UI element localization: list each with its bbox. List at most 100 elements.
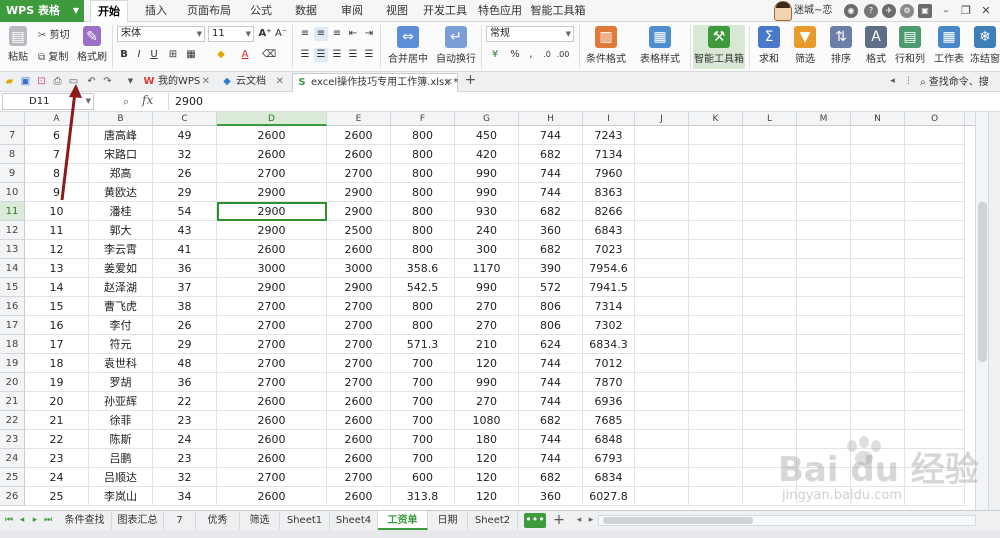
copy-button[interactable]: ⧉ 复制	[38, 48, 68, 63]
grid-cell[interactable]: 700	[391, 373, 455, 392]
restore-icon[interactable]: ❐	[958, 3, 974, 19]
grid-cell[interactable]	[851, 202, 905, 221]
grid-cell[interactable]: 300	[455, 240, 519, 259]
justify-icon[interactable]: ☰	[346, 48, 360, 62]
grid-cell[interactable]	[743, 126, 797, 145]
grid-cell[interactable]: 806	[519, 297, 583, 316]
sidebar-toggle-icon[interactable]: ◂	[886, 75, 899, 88]
align-middle-icon[interactable]: ≡	[314, 27, 328, 41]
app-menu-button[interactable]: WPS 表格 ▼	[0, 0, 84, 22]
zoom-icon[interactable]: ⌕	[123, 95, 129, 109]
grid-cell[interactable]: 7012	[583, 354, 635, 373]
merge-cells-icon[interactable]: ▦	[184, 48, 198, 62]
grid-cell[interactable]: 2600	[327, 449, 391, 468]
column-header[interactable]: E	[327, 112, 391, 126]
tab-close-icon[interactable]: ✕	[276, 73, 284, 91]
grid-cell[interactable]: 700	[391, 449, 455, 468]
grid-cell[interactable]: 26	[153, 316, 217, 335]
grid-cell[interactable]: 2700	[327, 354, 391, 373]
grid-cell[interactable]: 9	[25, 183, 89, 202]
column-header[interactable]: F	[391, 112, 455, 126]
grid-cell[interactable]	[905, 183, 965, 202]
grid-cell[interactable]	[851, 430, 905, 449]
grid-cell[interactable]: 800	[391, 183, 455, 202]
grid-cell[interactable]: 2600	[327, 126, 391, 145]
grid-cell[interactable]: 6793	[583, 449, 635, 468]
grid-cell[interactable]: 1170	[455, 259, 519, 278]
indent-left-icon[interactable]: ⇤	[346, 27, 360, 41]
increase-decimal-icon[interactable]: .0	[540, 48, 554, 62]
grid-cell[interactable]: 陈斯	[89, 430, 153, 449]
grid-cell[interactable]	[797, 487, 851, 506]
grid-cell[interactable]	[635, 354, 689, 373]
grid-cell[interactable]	[635, 278, 689, 297]
grid-cell[interactable]	[797, 240, 851, 259]
grid-cell[interactable]: 800	[391, 240, 455, 259]
document-tab[interactable]: Sexcel操作技巧专用工作簿.xlsx * ✕	[292, 73, 458, 92]
grid-cell[interactable]: 2600	[217, 126, 327, 145]
grid-cell[interactable]	[743, 487, 797, 506]
grid-cell[interactable]: 2900	[217, 278, 327, 297]
grid-cell[interactable]: 22	[25, 430, 89, 449]
grid-cell[interactable]	[905, 468, 965, 487]
undo-icon[interactable]: ↶	[85, 75, 98, 88]
menu-tab[interactable]: 插入	[136, 0, 176, 22]
grid-cell[interactable]: 210	[455, 335, 519, 354]
grid-cell[interactable]	[851, 354, 905, 373]
column-header[interactable]: J	[635, 112, 689, 126]
document-tab[interactable]: W 我的WPS ✕	[140, 73, 214, 92]
grid-cell[interactable]: 2700	[217, 468, 327, 487]
grid-cell[interactable]: 符元	[89, 335, 153, 354]
grid-cell[interactable]: 744	[519, 373, 583, 392]
grid-cell[interactable]: 7314	[583, 297, 635, 316]
redo-icon[interactable]: ↷	[101, 75, 114, 88]
grid-cell[interactable]	[689, 145, 743, 164]
command-search[interactable]: ⌕ 查找命令、搜	[920, 75, 1000, 90]
scroll-thumb[interactable]	[603, 517, 753, 524]
grid-cell[interactable]	[797, 183, 851, 202]
grid-cell[interactable]: 358.6	[391, 259, 455, 278]
open-folder-icon[interactable]: ▰	[3, 75, 16, 88]
grid-cell[interactable]: 17	[25, 335, 89, 354]
chevron-down-icon[interactable]: ▼	[124, 75, 137, 88]
grid-cell[interactable]: 800	[391, 164, 455, 183]
grid-cell[interactable]: 32	[153, 145, 217, 164]
grid-cell[interactable]	[743, 449, 797, 468]
sum-button[interactable]: Σ 求和	[752, 25, 786, 69]
grid-cell[interactable]: 2600	[327, 240, 391, 259]
fullscreen-icon[interactable]: ▣	[918, 4, 932, 18]
table-style-button[interactable]: ▦ 表格样式	[634, 25, 686, 69]
grid-cell[interactable]	[743, 183, 797, 202]
grid-cell[interactable]: 2600	[327, 145, 391, 164]
grid-cell[interactable]	[635, 430, 689, 449]
sheet-tab[interactable]: 筛选	[240, 511, 280, 530]
grid-cell[interactable]: 6843	[583, 221, 635, 240]
grid-cell[interactable]: 600	[391, 468, 455, 487]
column-header[interactable]: G	[455, 112, 519, 126]
format-button[interactable]: A 格式	[860, 25, 892, 69]
help-icon[interactable]: ?	[864, 4, 878, 18]
grid-cell[interactable]	[797, 164, 851, 183]
grid-cell[interactable]	[905, 411, 965, 430]
grid-cell[interactable]: 270	[455, 297, 519, 316]
grid-cell[interactable]: 43	[153, 221, 217, 240]
grid-cell[interactable]: 34	[153, 487, 217, 506]
grid-cell[interactable]: 李云霄	[89, 240, 153, 259]
grid-cell[interactable]	[689, 297, 743, 316]
font-size-select[interactable]: 11 ▼	[208, 26, 254, 42]
grid-cell[interactable]	[743, 335, 797, 354]
grid-cell[interactable]: 270	[455, 316, 519, 335]
formula-input[interactable]: 2900	[168, 93, 968, 110]
export-pdf-icon[interactable]: ⊡	[35, 75, 48, 88]
row-header[interactable]: 10	[0, 183, 25, 202]
column-header[interactable]: K	[689, 112, 743, 126]
grid-cell[interactable]: 54	[153, 202, 217, 221]
grid-cell[interactable]: 48	[153, 354, 217, 373]
grid-cell[interactable]	[689, 278, 743, 297]
grid-cell[interactable]	[689, 411, 743, 430]
grid-cell[interactable]: 7023	[583, 240, 635, 259]
grid-cell[interactable]	[635, 316, 689, 335]
more-sheets-button[interactable]: •••	[524, 513, 546, 528]
next-sheet-icon[interactable]: ▸	[30, 514, 40, 527]
grid-cell[interactable]	[743, 278, 797, 297]
